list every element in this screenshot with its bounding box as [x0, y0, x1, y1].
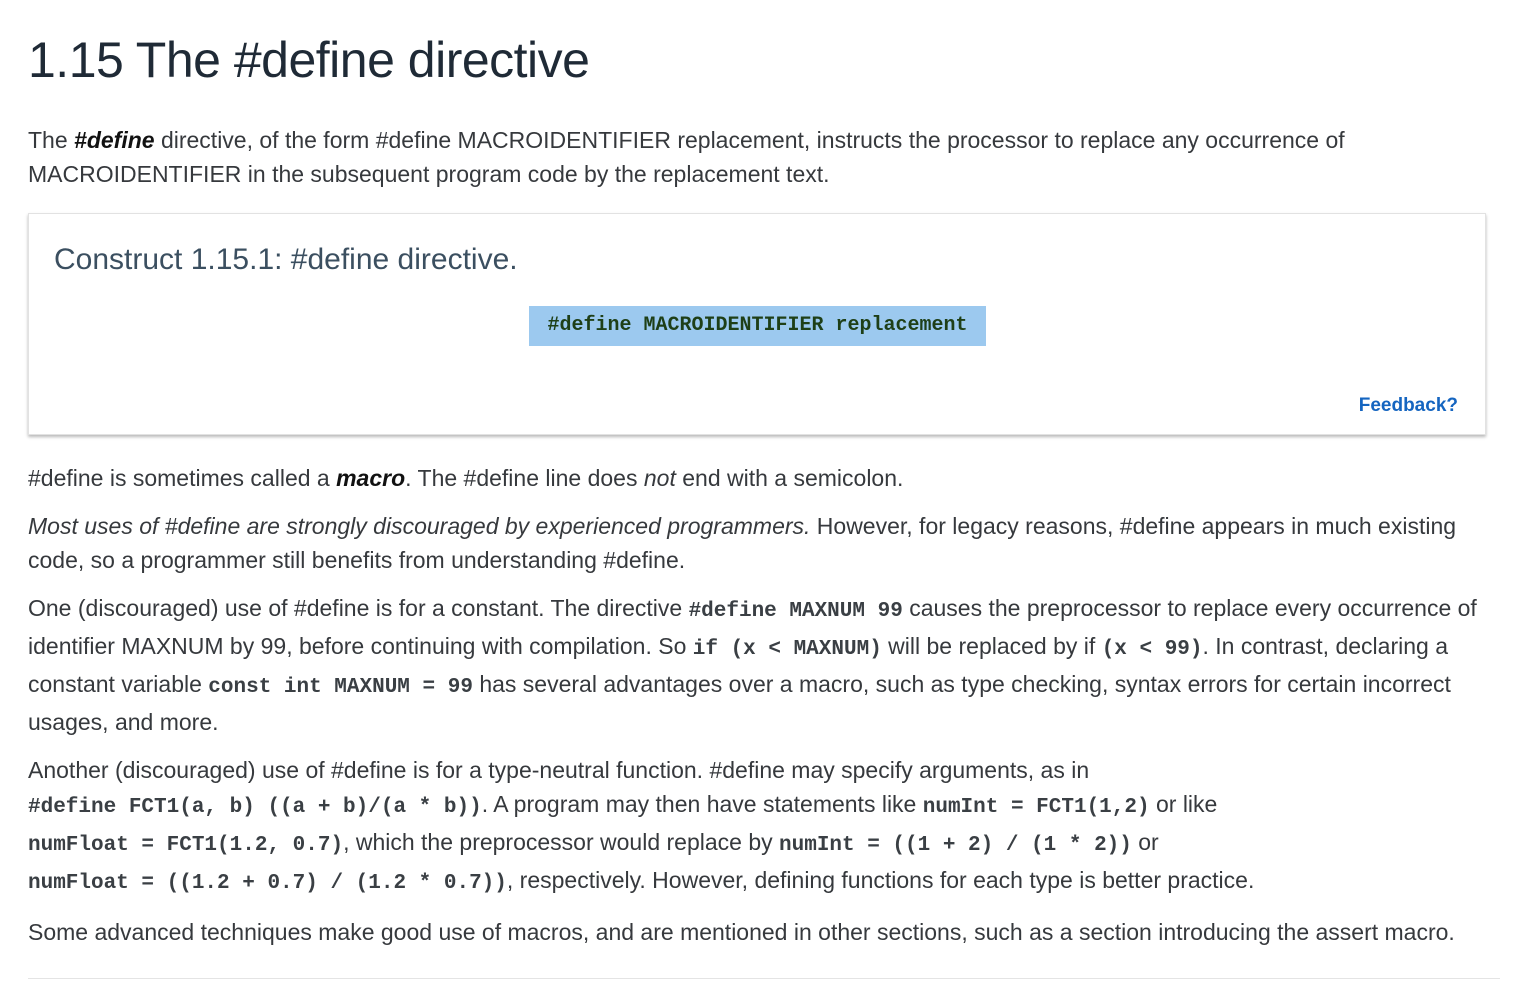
code-define-fct1: #define FCT1(a, b) ((a + b)/(a * b)) — [28, 796, 482, 819]
p1-text-3: end with a semicolon. — [675, 465, 904, 491]
macro-term: macro — [336, 465, 406, 491]
code-numfloat-fct1: numFloat = FCT1(1.2, 0.7) — [28, 834, 344, 857]
p4-text-3: or like — [1149, 791, 1218, 817]
p4-text-4: , which the preprocessor would replace b… — [343, 829, 780, 855]
advanced-paragraph: Some advanced techniques make good use o… — [28, 919, 1455, 945]
define-keyword: #define — [74, 127, 155, 153]
constant-paragraph: One (discouraged) use of #define is for … — [28, 591, 1500, 739]
code-numint-fct1: numInt = FCT1(1,2) — [922, 796, 1150, 819]
intro-paragraph: The #define directive, of the form #defi… — [28, 123, 1500, 191]
p1-text-2: . The #define line does — [405, 465, 644, 491]
intro-text-before: The — [28, 127, 75, 153]
p3-text-3: will be replaced by if — [881, 633, 1102, 659]
divider — [28, 978, 1500, 979]
section-title: 1.15 The #define directive — [28, 32, 590, 88]
p4-text-5: or — [1131, 829, 1159, 855]
code-define-maxnum: #define MAXNUM 99 — [688, 600, 903, 623]
feedback-link[interactable]: Feedback? — [1359, 395, 1458, 417]
not-emphasis: not — [643, 465, 676, 491]
macro-paragraph: #define is sometimes called a macro. The… — [28, 461, 1500, 495]
code-if-maxnum: if (x < MAXNUM) — [692, 638, 882, 661]
p4-text-1: Another (discouraged) use of #define is … — [28, 757, 1090, 783]
p4-text-2: . A program may then have statements lik… — [481, 791, 923, 817]
function-paragraph: Another (discouraged) use of #define is … — [28, 753, 1500, 901]
code-numint-expanded: numInt = ((1 + 2) / (1 * 2)) — [779, 834, 1132, 857]
code-x-lt-99: (x < 99) — [1101, 638, 1203, 661]
discouraged-paragraph: Most uses of #define are strongly discou… — [28, 509, 1500, 577]
p1-text-1: #define is sometimes called a — [28, 465, 337, 491]
construct-box: Construct 1.15.1: #define directive. #de… — [28, 213, 1486, 435]
construct-code: #define MACROIDENTIFIER replacement — [529, 306, 986, 346]
code-numfloat-expanded: numFloat = ((1.2 + 0.7) / (1.2 * 0.7)) — [28, 872, 507, 895]
construct-title: Construct 1.15.1: #define directive. — [54, 243, 518, 276]
p3-text-1: One (discouraged) use of #define is for … — [28, 595, 689, 621]
discouraged-italic: Most uses of #define are strongly discou… — [28, 513, 811, 539]
intro-text-after: directive, of the form #define MACROIDEN… — [28, 127, 1345, 187]
content-page: 1.15 The #define directive The #define d… — [0, 0, 1528, 949]
p4-text-6: , respectively. However, defining functi… — [506, 867, 1255, 893]
code-const-int: const int MAXNUM = 99 — [208, 676, 473, 699]
